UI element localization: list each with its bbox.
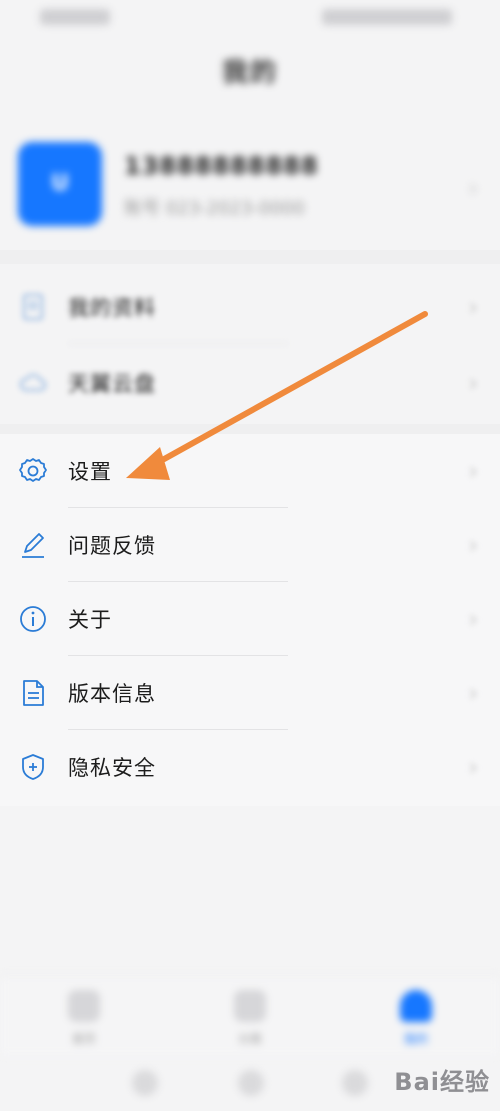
profile-name: 13888888888 [124, 152, 319, 180]
menu-item-label: 设置 [68, 460, 112, 484]
chevron-right-icon: › [468, 605, 478, 633]
menu-item-version-info[interactable]: 版本信息 › [0, 656, 500, 730]
chevron-right-icon: › [468, 679, 478, 707]
recents-icon[interactable] [342, 1070, 368, 1096]
status-bar-right [322, 9, 452, 25]
menu-item-feedback[interactable]: 问题反馈 › [0, 508, 500, 582]
menu-item-label: 版本信息 [68, 682, 156, 706]
avatar[interactable]: U [18, 142, 102, 226]
section-divider [0, 250, 500, 264]
document-icon [23, 294, 43, 320]
menu-group-main: 设置 › 问题反馈 › 关于 › 版本信息 › 隐私安全 › [0, 434, 500, 806]
home-circle-icon[interactable] [238, 1070, 264, 1096]
nav-label: 分类 [237, 1032, 262, 1046]
user-icon [400, 990, 432, 1022]
section-divider [0, 424, 500, 434]
grid-icon [234, 990, 266, 1022]
watermark: Bai经验 [394, 1068, 490, 1096]
menu-item-label: 我的资料 [68, 296, 156, 320]
document-icon [23, 680, 44, 706]
chevron-right-icon: › [468, 457, 478, 485]
menu-item-settings[interactable]: 设置 › [0, 434, 500, 508]
menu-item-label: 关于 [68, 608, 112, 632]
menu-item-label: 问题反馈 [68, 534, 156, 558]
home-icon [68, 990, 100, 1022]
menu-item-label: 天翼云盘 [68, 372, 156, 396]
menu-group-top: 我的资料 › 天翼云盘 › [0, 270, 500, 424]
status-bar [0, 0, 500, 36]
shield-plus-icon [22, 754, 44, 780]
info-icon [20, 606, 46, 632]
cloud-icon [20, 374, 46, 391]
bottom-nav: 首页 分类 我的 [0, 975, 500, 1056]
menu-item-privacy-security[interactable]: 隐私安全 › [0, 730, 500, 804]
nav-label: 我的 [403, 1032, 428, 1046]
chevron-right-icon: › [468, 369, 478, 397]
chevron-right-icon: › [468, 753, 478, 781]
menu-item-cloud-drive[interactable]: 天翼云盘 › [0, 346, 500, 420]
page-title: 我的 [221, 58, 278, 88]
nav-home[interactable]: 首页 [54, 990, 114, 1047]
chevron-right-icon: › [468, 174, 478, 202]
profile-card[interactable]: U 13888888888 账号 023-2023-0000 › [0, 128, 500, 246]
menu-item-my-profile[interactable]: 我的资料 › [0, 270, 500, 344]
chevron-right-icon: › [468, 293, 478, 321]
menu-item-about[interactable]: 关于 › [0, 582, 500, 656]
nav-mine[interactable]: 我的 [386, 990, 446, 1047]
back-icon[interactable] [132, 1070, 158, 1096]
status-bar-left [40, 9, 110, 25]
menu-item-label: 隐私安全 [68, 756, 156, 780]
nav-category[interactable]: 分类 [220, 990, 280, 1047]
row-divider [68, 343, 288, 344]
chevron-right-icon: › [468, 531, 478, 559]
nav-label: 首页 [71, 1032, 96, 1046]
profile-account: 账号 023-2023-0000 [124, 198, 305, 219]
gear-icon [19, 458, 47, 482]
pencil-icon [22, 533, 44, 558]
